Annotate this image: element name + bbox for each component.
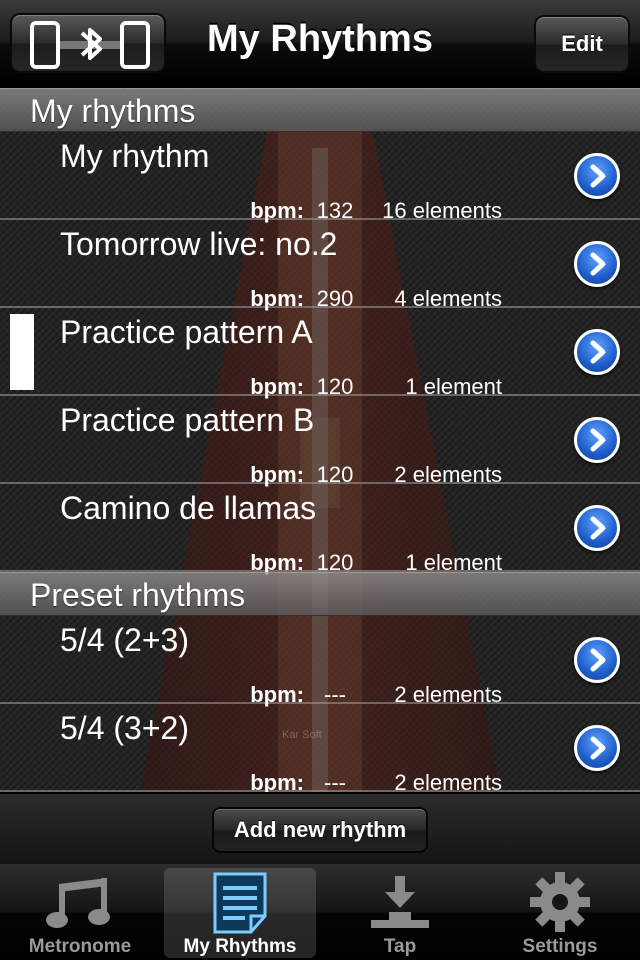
rhythm-list[interactable]: Kar Soft My rhythms My rhythm bpm: 132 1…	[0, 88, 640, 792]
tab-label: Metronome	[28, 936, 132, 957]
rhythm-row-selected[interactable]: Practice pattern A bpm: 120 1 element	[0, 308, 640, 399]
detail-disclosure-button[interactable]	[574, 241, 620, 287]
chevron-right-icon	[590, 164, 606, 188]
detail-disclosure-button[interactable]	[574, 725, 620, 771]
tab-bar: Metronome My Rhythms Tap Settings	[0, 864, 640, 960]
rhythm-row[interactable]: 5/4 (2+3) bpm: --- 2 elements	[0, 616, 640, 707]
tab-label: Settings	[522, 936, 598, 957]
bpm-label: bpm:	[250, 770, 304, 792]
rhythm-name: 5/4 (2+3)	[60, 622, 189, 658]
page-title: My Rhythms	[207, 18, 433, 60]
music-note-icon	[46, 878, 110, 928]
rhythm-name: 5/4 (3+2)	[60, 710, 189, 746]
rhythm-row[interactable]: My rhythm bpm: 132 16 elements	[0, 132, 640, 223]
rhythm-name: Practice pattern B	[60, 402, 315, 438]
navigation-bar: My Rhythms Edit	[0, 0, 640, 88]
rhythm-row[interactable]: Practice pattern B bpm: 120 2 elements	[0, 396, 640, 487]
document-list-icon	[213, 872, 267, 934]
rhythm-row[interactable]: Tomorrow live: no.2 bpm: 290 4 elements	[0, 220, 640, 311]
selected-indicator	[10, 314, 34, 390]
bottom-toolbar: Add new rhythm	[0, 792, 640, 864]
add-new-rhythm-button[interactable]: Add new rhythm	[212, 807, 428, 853]
chevron-right-icon	[590, 340, 606, 364]
chevron-right-icon	[590, 736, 606, 760]
rhythm-row[interactable]: 5/4 (3+2) bpm: --- 2 elements	[0, 704, 640, 792]
chevron-right-icon	[590, 516, 606, 540]
rhythm-name: My rhythm	[60, 138, 210, 174]
rhythm-name: Camino de llamas	[60, 490, 317, 526]
rhythm-name: Tomorrow live: no.2	[60, 226, 338, 262]
chevron-right-icon	[590, 648, 606, 672]
tab-label: Tap	[383, 936, 417, 957]
detail-disclosure-button[interactable]	[574, 153, 620, 199]
section-header-my-rhythms: My rhythms	[0, 88, 640, 132]
rhythm-row[interactable]: Camino de llamas bpm: 120 1 element	[0, 484, 640, 575]
section-header-preset-rhythms: Preset rhythms	[0, 572, 640, 616]
chevron-right-icon	[590, 428, 606, 452]
bluetooth-connect-button[interactable]	[10, 13, 166, 73]
tab-tap[interactable]: Tap	[324, 868, 476, 958]
detail-disclosure-button[interactable]	[574, 329, 620, 375]
detail-disclosure-button[interactable]	[574, 637, 620, 683]
detail-disclosure-button[interactable]	[574, 417, 620, 463]
tab-my-rhythms[interactable]: My Rhythms	[164, 868, 316, 958]
tab-label: My Rhythms	[183, 936, 297, 957]
rhythm-name: Practice pattern A	[60, 314, 313, 350]
detail-disclosure-button[interactable]	[574, 505, 620, 551]
tab-metronome[interactable]: Metronome	[4, 868, 156, 958]
phones-bluetooth-icon	[30, 21, 150, 69]
tap-icon	[371, 876, 429, 928]
gear-icon	[530, 872, 590, 932]
element-count: 2 elements	[394, 770, 502, 792]
tab-settings[interactable]: Settings	[484, 868, 636, 958]
edit-button[interactable]: Edit	[534, 15, 630, 73]
chevron-right-icon	[590, 252, 606, 276]
bpm-value: ---	[324, 770, 346, 792]
